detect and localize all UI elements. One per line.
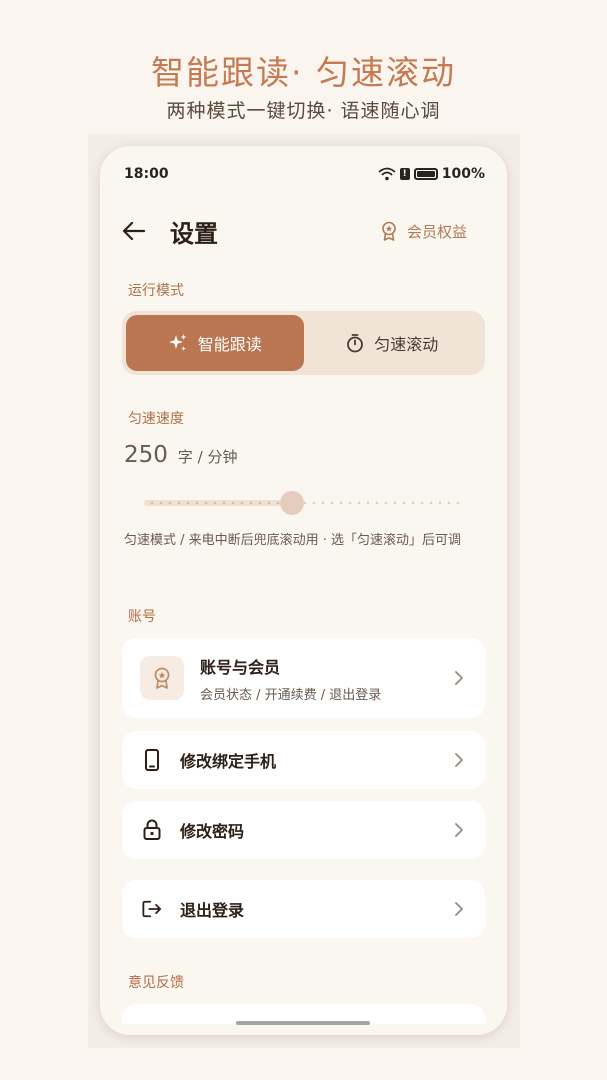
account-member-card[interactable]: 账号与会员 会员状态 / 开通续费 / 退出登录: [122, 638, 485, 718]
speed-unit: 字 / 分钟: [177, 448, 238, 466]
logout-icon: [142, 899, 162, 919]
slider-tick-dot: [447, 501, 451, 505]
phone-screen: 18:00 ! 100% 设置 会员权益 运行模式 智能跟读 匀速滚动 匀速速度…: [100, 146, 507, 1035]
slider-tick-dot: [303, 501, 307, 505]
change-password-row[interactable]: 修改密码: [122, 801, 485, 859]
slider-tick-dot: [384, 501, 388, 505]
logout-row[interactable]: 退出登录: [122, 880, 485, 938]
slider-thumb[interactable]: [280, 491, 304, 515]
feedback-section-label: 意见反馈: [128, 975, 184, 991]
home-indicator[interactable]: [236, 1021, 370, 1025]
member-badge-icon: [154, 667, 170, 689]
member-benefits-label: 会员权益: [406, 222, 467, 241]
slider-tick-dot: [321, 501, 325, 505]
page-title: 设置: [170, 219, 218, 248]
speed-value: 250: [124, 442, 168, 468]
slider-tick-dot: [339, 501, 343, 505]
back-arrow-icon[interactable]: [122, 218, 148, 244]
status-time: 18:00: [124, 166, 169, 182]
slider-tick-dot: [402, 501, 406, 505]
chevron-right-icon: [455, 823, 463, 837]
account-section-label: 账号: [128, 609, 156, 625]
speed-slider[interactable]: [144, 490, 464, 516]
nav-bar: 设置 会员权益: [122, 214, 485, 248]
slider-tick-dot: [330, 501, 334, 505]
change-password-label: 修改密码: [180, 822, 245, 841]
slider-fill: [144, 500, 292, 506]
phone-icon: [142, 749, 162, 771]
promo-subline: 两种模式一键切换· 语速随心调: [166, 100, 441, 122]
status-bar: 18:00 ! 100%: [124, 164, 485, 184]
logout-label: 退出登录: [180, 901, 245, 920]
mode-option-smart-follow[interactable]: 智能跟读: [126, 315, 304, 371]
slider-tick-dot: [357, 501, 361, 505]
battery-level: 100%: [441, 166, 485, 182]
member-icon-box: [140, 656, 184, 700]
chevron-right-icon: [455, 671, 463, 685]
slider-tick-dot: [456, 501, 460, 505]
slider-tick-dot: [348, 501, 352, 505]
battery-icon: [413, 168, 438, 180]
account-member-text: 账号与会员 会员状态 / 开通续费 / 退出登录: [200, 654, 381, 703]
member-badge-icon: [382, 221, 396, 241]
status-icons: ! 100%: [378, 166, 485, 182]
member-benefits-link[interactable]: 会员权益: [381, 221, 467, 242]
speed-hint: 匀速模式 / 来电中断后兜底滚动用 · 选「匀速滚动」后可调: [124, 533, 462, 548]
mode-option-uniform-scroll[interactable]: 匀速滚动: [304, 315, 482, 371]
change-phone-row[interactable]: 修改绑定手机: [122, 731, 485, 789]
slider-tick-dot: [393, 501, 397, 505]
slider-tick-dot: [420, 501, 424, 505]
slider-tick-dot: [429, 501, 433, 505]
mode-option-label: 智能跟读: [197, 335, 262, 354]
chevron-right-icon: [455, 902, 463, 916]
account-member-title: 账号与会员: [200, 657, 281, 677]
account-member-subtitle: 会员状态 / 开通续费 / 退出登录: [200, 687, 382, 703]
alert-icon: !: [399, 168, 410, 180]
timer-icon: [347, 334, 364, 353]
slider-tick-dot: [366, 501, 370, 505]
speed-label: 匀速速度: [128, 411, 184, 427]
promo-headline: 智能跟读· 匀速滚动: [151, 53, 456, 92]
speed-readout: 250 字 / 分钟: [124, 442, 238, 468]
slider-tick-dot: [438, 501, 442, 505]
chevron-right-icon: [455, 753, 463, 767]
change-phone-label: 修改绑定手机: [180, 752, 277, 771]
slider-tick-dot: [375, 501, 379, 505]
wifi-icon: [378, 167, 396, 181]
slider-tick-dot: [312, 501, 316, 505]
mode-switch: 智能跟读 匀速滚动: [122, 311, 485, 375]
slider-tick-dot: [411, 501, 415, 505]
mode-option-label: 匀速滚动: [374, 335, 439, 354]
lock-icon: [142, 819, 162, 841]
run-mode-label: 运行模式: [128, 283, 184, 299]
sparkle-icon: [168, 334, 187, 351]
